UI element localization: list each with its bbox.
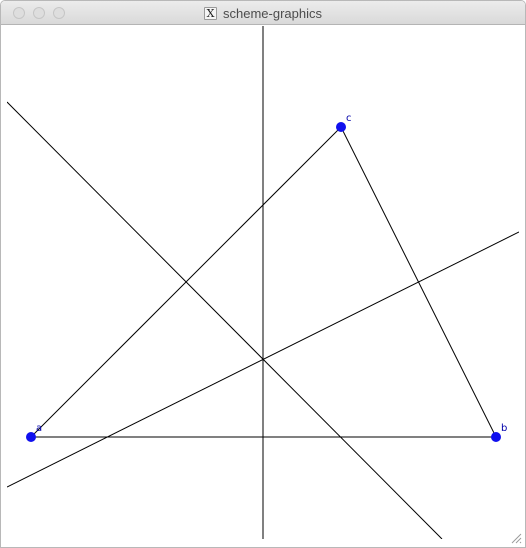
graphics-canvas[interactable]: a b c bbox=[7, 26, 519, 539]
vertex-label-b: b bbox=[501, 423, 507, 434]
x11-icon: X bbox=[204, 6, 217, 20]
minimize-button[interactable] bbox=[33, 7, 45, 19]
vertex-b[interactable] bbox=[491, 432, 501, 442]
close-button[interactable] bbox=[13, 7, 25, 19]
vertex-label-c: c bbox=[346, 113, 352, 124]
diagonal-line-falling bbox=[7, 101, 443, 539]
window-title-group: X scheme-graphics bbox=[1, 1, 525, 25]
title-bar[interactable]: X scheme-graphics bbox=[1, 1, 525, 25]
resize-grip-icon[interactable] bbox=[510, 532, 522, 544]
drawing-surface: a b c bbox=[7, 26, 519, 539]
vertex-c[interactable] bbox=[336, 122, 346, 132]
vertex-a[interactable] bbox=[26, 432, 36, 442]
zoom-button[interactable] bbox=[53, 7, 65, 19]
vertex-label-a: a bbox=[36, 423, 42, 434]
app-window: X scheme-graphics a b c bbox=[0, 0, 526, 548]
window-title: scheme-graphics bbox=[223, 5, 322, 21]
